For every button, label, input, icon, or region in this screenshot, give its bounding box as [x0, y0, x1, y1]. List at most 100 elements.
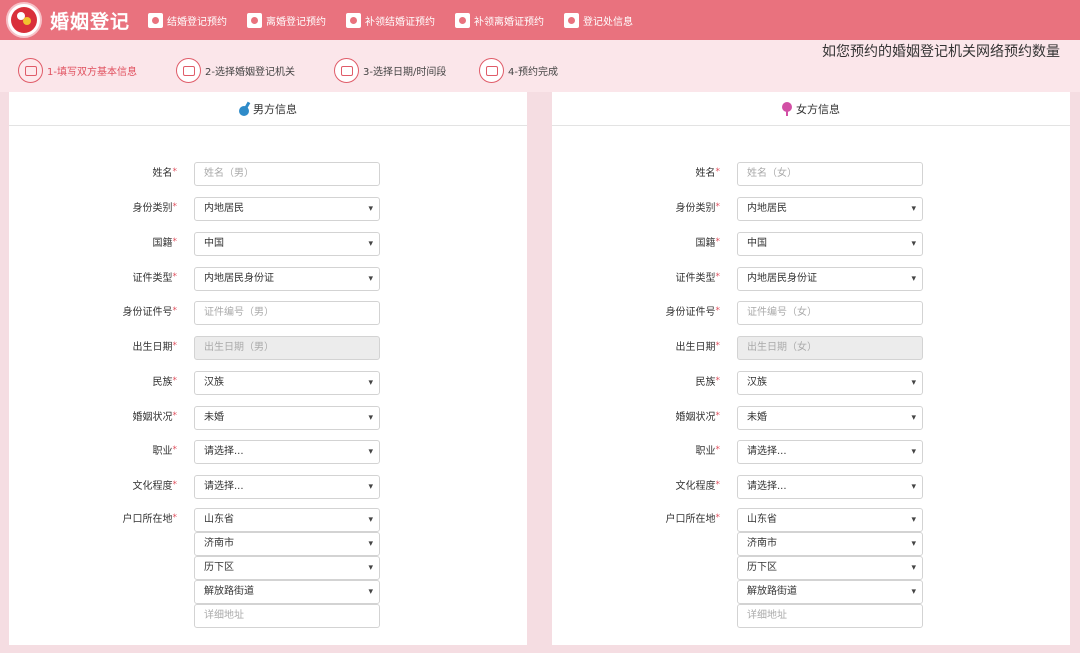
female-name-input[interactable]: 姓名（女） [737, 162, 923, 186]
male-education-row: 文化程度* 请选择... [9, 475, 527, 499]
male-household-row: 户口所在地* 山东省 [9, 508, 527, 532]
field-label: 姓名* [152, 167, 178, 179]
female-street-row: 解放路街道 [552, 580, 1070, 604]
female-nationality-row: 国籍* 中国 [552, 232, 1070, 256]
field-label: 国籍* [152, 237, 178, 249]
field-label: 户口所在地* [122, 513, 178, 525]
step-label: 3-选择日期/时间段 [363, 67, 447, 78]
field-label: 国籍* [695, 237, 721, 249]
male-name-input[interactable]: 姓名（男） [194, 162, 380, 186]
female-address-input[interactable]: 详细地址 [737, 604, 923, 628]
field-label: 身份类别* [132, 202, 178, 214]
nav-label: 登记处信息 [583, 16, 634, 28]
male-marital-row: 婚姻状况* 未婚 [9, 406, 527, 430]
female-occupation-select[interactable]: 请选择... [737, 440, 923, 464]
male-district-row: 历下区 [9, 556, 527, 580]
female-birth-row: 出生日期* 出生日期（女） [552, 336, 1070, 360]
field-label: 文化程度* [675, 480, 721, 492]
male-street-row: 解放路街道 [9, 580, 527, 604]
male-birth-row: 出生日期* 出生日期（男） [9, 336, 527, 360]
panel-title: 女方信息 [796, 102, 840, 116]
notice-marquee: 如您预约的婚姻登记机关网络预约数量 [822, 44, 1060, 60]
female-marital-row: 婚姻状况* 未婚 [552, 406, 1070, 430]
step-1: 1-填写双方基本信息 [18, 58, 137, 83]
male-nationality-row: 国籍* 中国 [9, 232, 527, 256]
female-district-select[interactable]: 历下区 [737, 556, 923, 580]
male-name-row: 姓名* 姓名（男） [9, 162, 527, 186]
panel-title: 男方信息 [253, 102, 297, 116]
male-street-select[interactable]: 解放路街道 [194, 580, 380, 604]
male-city-row: 济南市 [9, 532, 527, 556]
id-card-icon [18, 58, 43, 83]
calendar-check-icon [334, 58, 359, 83]
female-street-select[interactable]: 解放路街道 [737, 580, 923, 604]
female-household-row: 户口所在地* 山东省 [552, 508, 1070, 532]
marriage-book-icon [346, 12, 362, 28]
logo-emblem-icon [11, 7, 37, 33]
female-id-number-input[interactable]: 证件编号（女） [737, 301, 923, 325]
step-3: 3-选择日期/时间段 [334, 58, 446, 83]
nav-office-info[interactable]: 登记处信息 [564, 12, 634, 28]
female-city-row: 济南市 [552, 532, 1070, 556]
male-doc-type-select[interactable]: 内地居民身份证 [194, 267, 380, 291]
female-icon [782, 101, 792, 116]
field-label: 民族* [152, 376, 178, 388]
logo[interactable] [6, 2, 42, 38]
male-icon [239, 102, 249, 116]
male-id-number-row: 身份证件号* 证件编号（男） [9, 301, 527, 325]
nav-label: 补领结婚证预约 [365, 16, 436, 28]
female-id-category-row: 身份类别* 内地居民 [552, 197, 1070, 221]
female-panel-header: 女方信息 [552, 92, 1070, 126]
certificate-icon [247, 12, 263, 28]
male-ethnicity-select[interactable]: 汉族 [194, 371, 380, 395]
male-address-row: 详细地址 [9, 604, 527, 628]
nav-label: 离婚登记预约 [266, 16, 327, 28]
female-name-row: 姓名* 姓名（女） [552, 162, 1070, 186]
step-label: 4-预约完成 [508, 67, 558, 78]
male-id-category-select[interactable]: 内地居民 [194, 197, 380, 221]
male-province-select[interactable]: 山东省 [194, 508, 380, 532]
male-marital-status-select[interactable]: 未婚 [194, 406, 380, 430]
male-district-select[interactable]: 历下区 [194, 556, 380, 580]
female-nationality-select[interactable]: 中国 [737, 232, 923, 256]
nav-reissue-divorce-cert[interactable]: 补领离婚证预约 [455, 12, 545, 28]
male-city-select[interactable]: 济南市 [194, 532, 380, 556]
female-city-select[interactable]: 济南市 [737, 532, 923, 556]
male-nationality-select[interactable]: 中国 [194, 232, 380, 256]
female-info-panel: 女方信息 姓名* 姓名（女） 身份类别* 内地居民 国籍* 中国 证件类型* 内… [552, 92, 1070, 645]
male-address-input[interactable]: 详细地址 [194, 604, 380, 628]
step-label: 2-选择婚姻登记机关 [205, 67, 295, 78]
step-label: 1-填写双方基本信息 [47, 67, 137, 78]
female-address-row: 详细地址 [552, 604, 1070, 628]
field-label: 婚姻状况* [675, 411, 721, 423]
female-id-category-select[interactable]: 内地居民 [737, 197, 923, 221]
female-province-select[interactable]: 山东省 [737, 508, 923, 532]
nav-divorce-appointment[interactable]: 离婚登记预约 [247, 12, 327, 28]
check-icon [176, 58, 201, 83]
female-marital-status-select[interactable]: 未婚 [737, 406, 923, 430]
brand-title: 婚姻登记 [50, 10, 131, 33]
male-doc-type-row: 证件类型* 内地居民身份证 [9, 267, 527, 291]
calendar-done-icon [479, 58, 504, 83]
top-nav: 婚姻登记 结婚登记预约 离婚登记预约 补领结婚证预约 补领离婚证预约 登记处信息 [0, 0, 1080, 40]
male-birth-date-input: 出生日期（男） [194, 336, 380, 360]
male-ethnicity-row: 民族* 汉族 [9, 371, 527, 395]
field-label: 职业* [695, 445, 721, 457]
male-education-select[interactable]: 请选择... [194, 475, 380, 499]
male-occupation-select[interactable]: 请选择... [194, 440, 380, 464]
female-ethnicity-select[interactable]: 汉族 [737, 371, 923, 395]
field-label: 文化程度* [132, 480, 178, 492]
female-education-select[interactable]: 请选择... [737, 475, 923, 499]
nav-reissue-marriage-cert[interactable]: 补领结婚证预约 [346, 12, 436, 28]
field-label: 身份类别* [675, 202, 721, 214]
male-id-number-input[interactable]: 证件编号（男） [194, 301, 380, 325]
field-label: 职业* [152, 445, 178, 457]
nav-label: 补领离婚证预约 [474, 16, 545, 28]
field-label: 出生日期* [675, 341, 721, 353]
female-doc-type-select[interactable]: 内地居民身份证 [737, 267, 923, 291]
field-label: 姓名* [695, 167, 721, 179]
field-label: 户口所在地* [665, 513, 721, 525]
female-birth-date-input: 出生日期（女） [737, 336, 923, 360]
female-id-number-row: 身份证件号* 证件编号（女） [552, 301, 1070, 325]
nav-marriage-appointment[interactable]: 结婚登记预约 [148, 12, 227, 28]
